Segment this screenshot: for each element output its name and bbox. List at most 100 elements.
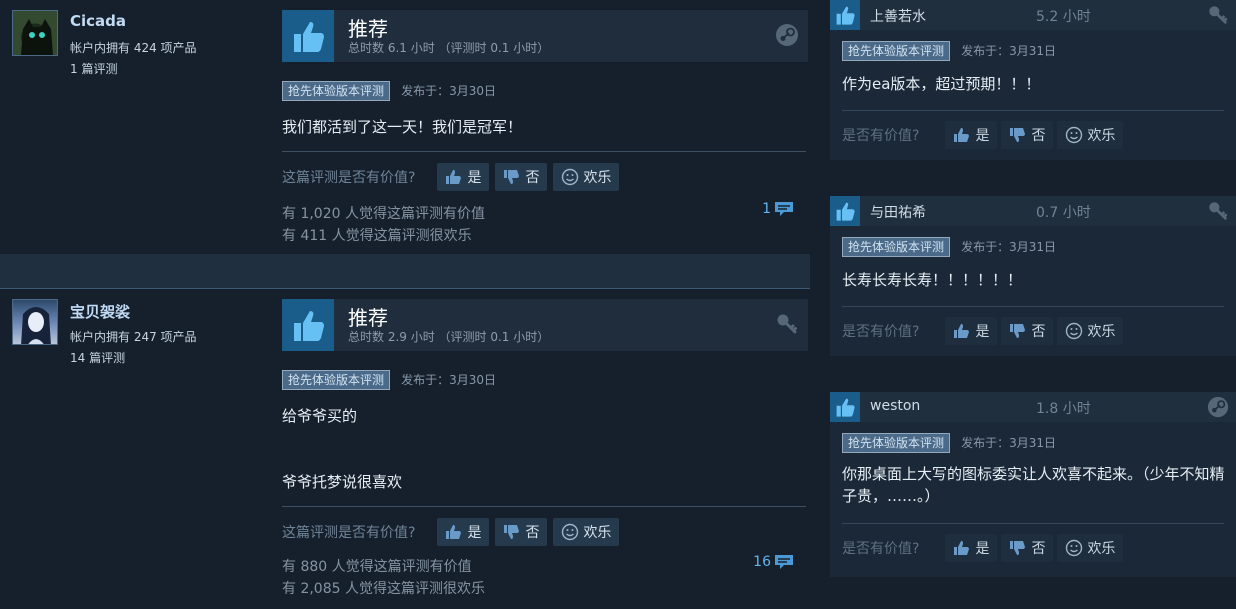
anime-girl-avatar bbox=[21, 307, 51, 344]
vote-yes-label: 是 bbox=[467, 525, 482, 541]
vote-funny-button[interactable]: 欢乐 bbox=[1057, 534, 1124, 562]
vote-funny-label: 欢乐 bbox=[1087, 541, 1116, 557]
recommendation-bar[interactable]: 推荐 总时数 6.1 小时 （评测时 0.1 小时） bbox=[282, 10, 808, 62]
smiley-icon bbox=[1066, 322, 1083, 340]
thumbs-up-icon bbox=[830, 196, 860, 226]
vote-yes-button[interactable]: 是 bbox=[945, 317, 998, 345]
funny-count: 有 411 人觉得这篇评测很欢乐 bbox=[282, 228, 472, 244]
reviewer-name[interactable]: weston bbox=[870, 398, 920, 414]
posted-date: 发布于：3月30日 bbox=[401, 373, 497, 387]
author-name[interactable]: Cicada bbox=[70, 12, 126, 30]
vote-no-button[interactable]: 否 bbox=[1001, 317, 1054, 345]
helpful-count: 有 1,020 人觉得这篇评测有价值 bbox=[282, 206, 485, 222]
divider bbox=[842, 110, 1224, 111]
thumbs-up-icon bbox=[282, 10, 334, 62]
thumbs-down-icon bbox=[504, 170, 520, 184]
steam-icon bbox=[1206, 395, 1230, 419]
comments-link[interactable]: 16 bbox=[753, 553, 794, 571]
divider bbox=[282, 151, 806, 152]
helpful-row: 这篇评测是否有价值? 是 否 欢乐 bbox=[282, 518, 625, 546]
reviewer-name[interactable]: 与田祐希 bbox=[870, 202, 926, 222]
helpful-row: 是否有价值? 是 否 欢乐 bbox=[842, 534, 1127, 562]
vote-yes-label: 是 bbox=[975, 324, 990, 340]
author-meta: 帐户内拥有 424 项产品 1 篇评测 bbox=[70, 38, 197, 80]
vote-yes-label: 是 bbox=[975, 541, 990, 557]
thumbs-up-icon bbox=[830, 392, 860, 422]
vote-yes-button[interactable]: 是 bbox=[945, 534, 998, 562]
comment-count: 1 bbox=[762, 201, 771, 217]
vote-yes-button[interactable]: 是 bbox=[945, 121, 998, 149]
early-access-badge: 抢先体验版本评测 bbox=[842, 41, 951, 61]
helpful-row: 这篇评测是否有价值? 是 否 欢乐 bbox=[282, 163, 625, 191]
avatar[interactable] bbox=[12, 10, 58, 56]
reviews-page: Cicada 帐户内拥有 424 项产品 1 篇评测 推荐 总时数 6.1 小时… bbox=[0, 0, 1236, 609]
mini-review-card: weston 1.8 小时 抢先体验版本评测 发布于：3月31日 你那桌面上大写… bbox=[830, 392, 1236, 577]
vote-funny-button[interactable]: 欢乐 bbox=[553, 163, 620, 191]
mini-review-header[interactable]: 与田祐希 0.7 小时 bbox=[830, 196, 1236, 226]
key-icon bbox=[1206, 3, 1230, 27]
thumbs-up-icon bbox=[282, 299, 334, 351]
comments-link[interactable]: 1 bbox=[762, 200, 794, 218]
divider bbox=[282, 506, 806, 507]
vote-no-button[interactable]: 否 bbox=[495, 518, 548, 546]
helpful-count: 有 880 人觉得这篇评测有价值 bbox=[282, 559, 472, 575]
review-body: 推荐 总时数 2.9 小时 （评测时 0.1 小时） 抢先体验版本评测 发布于：… bbox=[282, 299, 808, 597]
thumbs-down-icon bbox=[1010, 324, 1026, 338]
review-content: 你那桌面上大写的图标委实让人欢喜不起来。（少年不知精子贵，……。） bbox=[842, 465, 1225, 505]
thumbs-up-icon bbox=[446, 525, 462, 539]
early-access-badge: 抢先体验版本评测 bbox=[842, 237, 951, 257]
avatar[interactable] bbox=[12, 299, 58, 345]
review-content: 作为ea版本，超过预期！！！ bbox=[842, 75, 1041, 93]
vote-no-button[interactable]: 否 bbox=[1001, 121, 1054, 149]
review-content: 长寿长寿长寿！！！！！！ bbox=[842, 271, 1023, 289]
vote-no-label: 否 bbox=[1031, 541, 1046, 557]
vote-funny-button[interactable]: 欢乐 bbox=[1057, 317, 1124, 345]
thumbs-down-icon bbox=[1010, 128, 1026, 142]
thumbs-down-icon bbox=[1010, 541, 1026, 555]
badge-row: 抢先体验版本评测 发布于：3月30日 bbox=[282, 80, 496, 101]
products-owned[interactable]: 帐户内拥有 424 项产品 bbox=[70, 38, 197, 59]
badge-row: 抢先体验版本评测 发布于：3月31日 bbox=[842, 236, 1056, 257]
separator-band bbox=[0, 254, 810, 288]
vote-funny-label: 欢乐 bbox=[583, 525, 612, 541]
mini-review-header[interactable]: weston 1.8 小时 bbox=[830, 392, 1236, 422]
review-content: 我们都活到了这一天！我们是冠军！ bbox=[282, 118, 523, 136]
review-count[interactable]: 1 篇评测 bbox=[70, 59, 197, 80]
review-count[interactable]: 14 篇评测 bbox=[70, 348, 197, 369]
early-access-badge: 抢先体验版本评测 bbox=[842, 433, 951, 453]
author-name[interactable]: 宝贝袈裟 bbox=[70, 301, 130, 322]
review-content-line: 给爷爷买的 bbox=[282, 407, 358, 425]
vote-yes-button[interactable]: 是 bbox=[437, 518, 490, 546]
reviewer-name[interactable]: 上善若水 bbox=[870, 6, 926, 26]
vote-no-button[interactable]: 否 bbox=[1001, 534, 1054, 562]
main-reviews-column: Cicada 帐户内拥有 424 项产品 1 篇评测 推荐 总时数 6.1 小时… bbox=[0, 0, 810, 609]
vote-funny-button[interactable]: 欢乐 bbox=[553, 518, 620, 546]
playtime: 总时数 2.9 小时 （评测时 0.1 小时） bbox=[348, 330, 550, 344]
recent-reviews-column: 上善若水 5.2 小时 抢先体验版本评测 发布于：3月31日 作为ea版本，超过… bbox=[810, 0, 1236, 609]
vote-no-button[interactable]: 否 bbox=[495, 163, 548, 191]
divider bbox=[842, 523, 1224, 524]
comment-bubble-icon bbox=[775, 202, 793, 216]
vote-no-label: 否 bbox=[1031, 128, 1046, 144]
review-stats: 有 1,020 人觉得这篇评测有价值 有 411 人觉得这篇评测很欢乐 bbox=[282, 203, 485, 247]
posted-date: 发布于：3月31日 bbox=[961, 240, 1057, 254]
key-icon bbox=[1206, 199, 1230, 223]
black-cat-avatar bbox=[21, 19, 53, 55]
smiley-icon bbox=[1066, 126, 1083, 144]
smiley-icon bbox=[1066, 539, 1083, 557]
playtime: 总时数 6.1 小时 （评测时 0.1 小时） bbox=[348, 41, 550, 55]
comment-bubble-icon bbox=[775, 555, 793, 569]
helpful-row: 是否有价值? 是 否 欢乐 bbox=[842, 121, 1127, 149]
comment-count: 16 bbox=[753, 554, 771, 570]
vote-no-label: 否 bbox=[1031, 324, 1046, 340]
posted-date: 发布于：3月31日 bbox=[961, 44, 1057, 58]
badge-row: 抢先体验版本评测 发布于：3月31日 bbox=[842, 432, 1056, 453]
posted-date: 发布于：3月30日 bbox=[401, 84, 497, 98]
playtime: 5.2 小时 bbox=[1036, 9, 1091, 25]
mini-review-header[interactable]: 上善若水 5.2 小时 bbox=[830, 0, 1236, 30]
vote-funny-button[interactable]: 欢乐 bbox=[1057, 121, 1124, 149]
thumbs-up-icon bbox=[446, 170, 462, 184]
products-owned[interactable]: 帐户内拥有 247 项产品 bbox=[70, 327, 197, 348]
recommendation-bar[interactable]: 推荐 总时数 2.9 小时 （评测时 0.1 小时） bbox=[282, 299, 808, 351]
vote-yes-button[interactable]: 是 bbox=[437, 163, 490, 191]
